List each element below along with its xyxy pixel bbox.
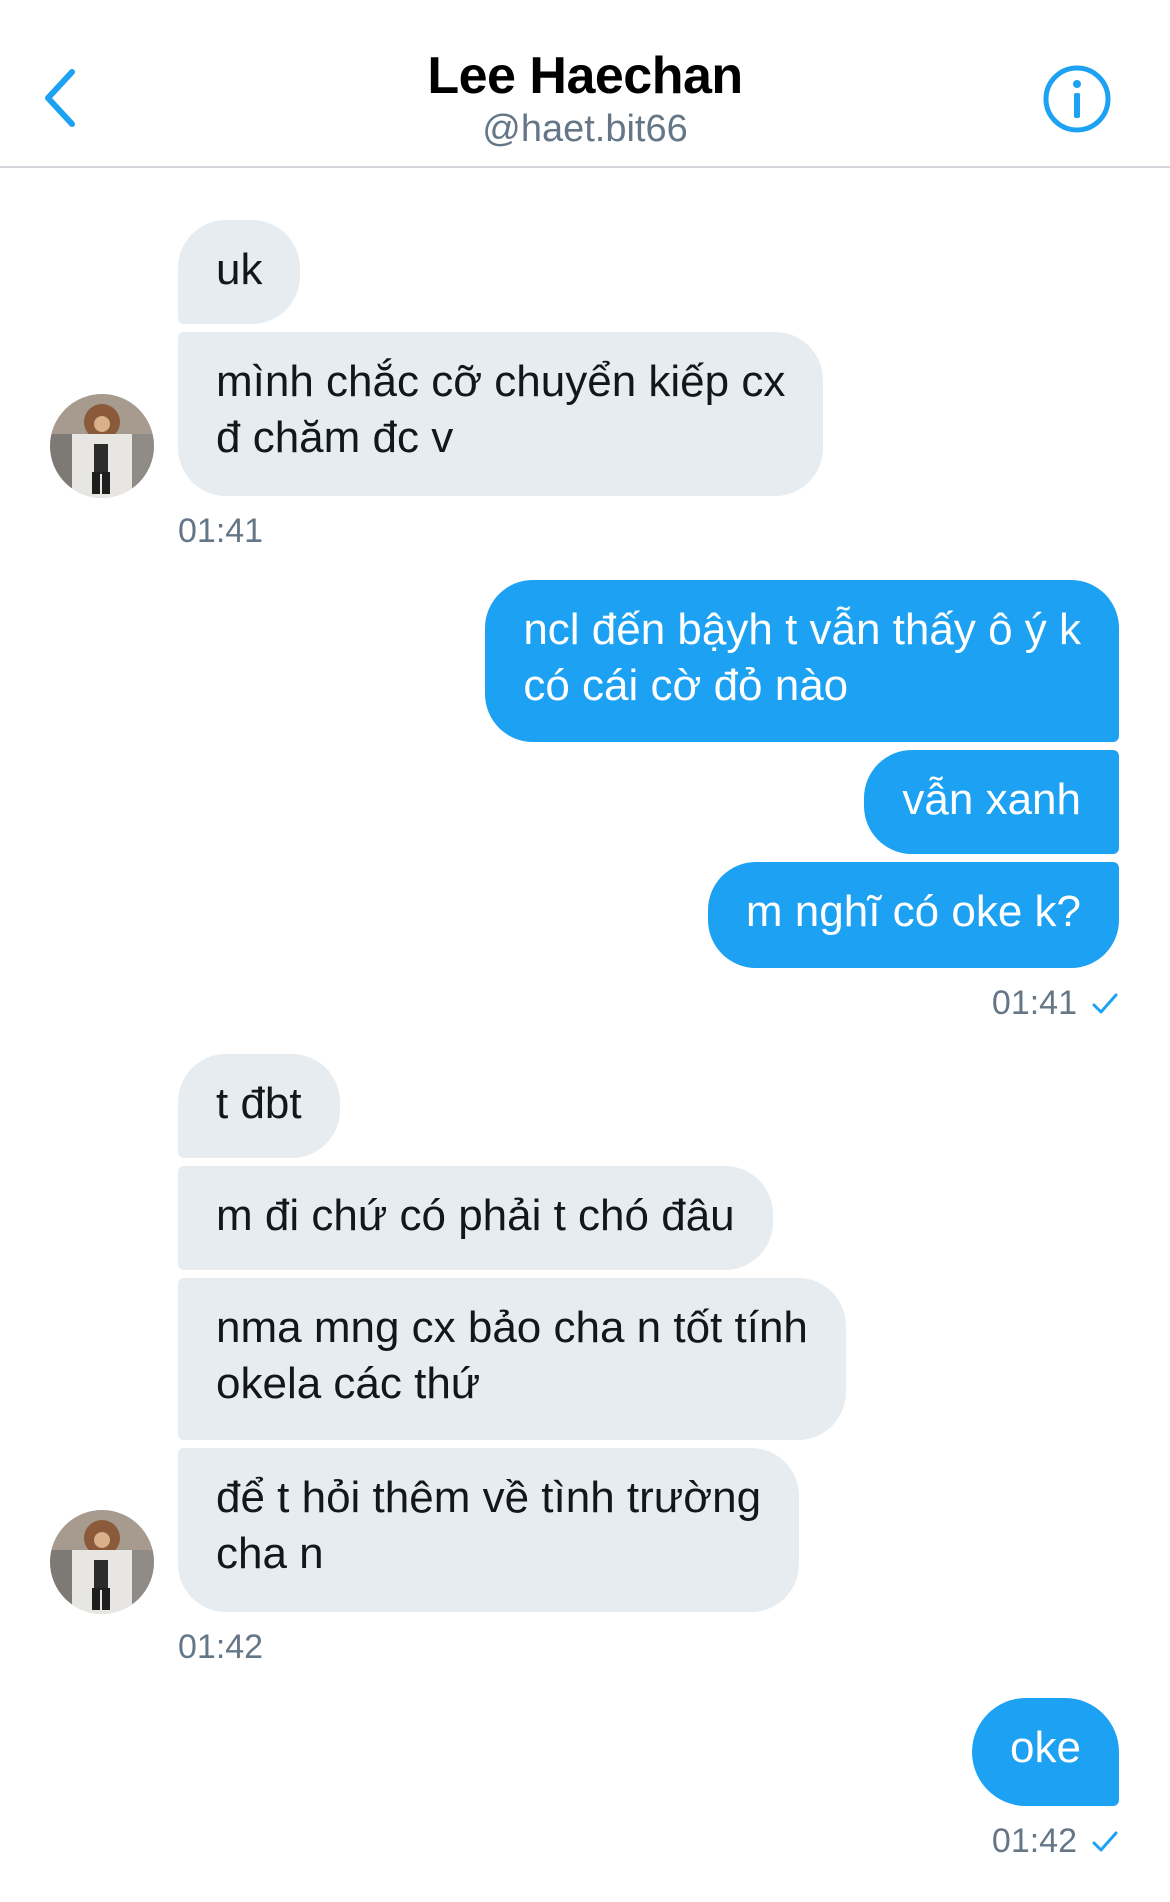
message-timestamp-row: 01:41 bbox=[992, 984, 1119, 1023]
message-text: t đbt bbox=[216, 1079, 302, 1128]
incoming-message[interactable]: uk bbox=[178, 220, 301, 324]
message-timestamp: 01:41 bbox=[178, 512, 264, 550]
message-text: vẫn xanh bbox=[902, 775, 1081, 824]
avatar-photo-icon bbox=[50, 394, 154, 498]
contact-name: Lee Haechan bbox=[427, 47, 743, 105]
incoming-message[interactable]: m đi chứ có phải t chó đâu bbox=[178, 1166, 773, 1270]
incoming-message[interactable]: để t hỏi thêm về tình trường cha n bbox=[178, 1448, 800, 1612]
message-text-line: ncl đến bậyh t vẫn thấy ô ý k bbox=[523, 605, 1081, 654]
info-icon bbox=[1043, 65, 1111, 133]
message-text: m đi chứ có phải t chó đâu bbox=[216, 1191, 735, 1240]
avatar-photo-icon bbox=[50, 1510, 154, 1614]
avatar[interactable] bbox=[50, 394, 154, 498]
message-text: uk bbox=[216, 245, 263, 294]
contact-handle: @haet.bit66 bbox=[482, 108, 688, 150]
message-text-line: mình chắc cỡ chuyển kiếp cx bbox=[216, 357, 786, 406]
incoming-message[interactable]: t đbt bbox=[178, 1054, 340, 1158]
message-text-line: okela các thứ bbox=[216, 1359, 481, 1408]
sent-check-icon bbox=[1092, 993, 1118, 1013]
message-text-line: có cái cờ đỏ nào bbox=[523, 661, 849, 710]
message-text-line: cha n bbox=[216, 1529, 324, 1578]
outgoing-message[interactable]: vẫn xanh bbox=[864, 750, 1119, 854]
message-text: m nghĩ có oke k? bbox=[745, 887, 1081, 936]
avatar[interactable] bbox=[50, 1510, 154, 1614]
message-timestamp: 01:41 bbox=[991, 984, 1077, 1022]
message-text-line: để t hỏi thêm về tình trường bbox=[216, 1473, 762, 1522]
message-text-line: nma mng cx bảo cha n tốt tính bbox=[216, 1303, 808, 1352]
message-timestamp: 01:42 bbox=[991, 1822, 1077, 1860]
sent-check-icon bbox=[1092, 1831, 1118, 1851]
message-text: oke bbox=[1010, 1723, 1081, 1772]
message-timestamp-row: 01:42 bbox=[992, 1822, 1119, 1861]
conversation-header: Lee Haechan @haet.bit66 bbox=[0, 0, 1170, 168]
incoming-message[interactable]: nma mng cx bảo cha n tốt tính okela các … bbox=[178, 1278, 846, 1440]
outgoing-message[interactable]: m nghĩ có oke k? bbox=[707, 862, 1119, 968]
incoming-message[interactable]: mình chắc cỡ chuyển kiếp cx đ chăm đc v bbox=[178, 332, 824, 496]
message-text-line: đ chăm đc v bbox=[216, 413, 454, 462]
message-timestamp: 01:42 bbox=[178, 1628, 264, 1666]
info-button[interactable] bbox=[1040, 62, 1114, 136]
outgoing-message[interactable]: oke bbox=[972, 1698, 1119, 1806]
outgoing-message[interactable]: ncl đến bậyh t vẫn thấy ô ý k có cái cờ … bbox=[485, 580, 1119, 742]
